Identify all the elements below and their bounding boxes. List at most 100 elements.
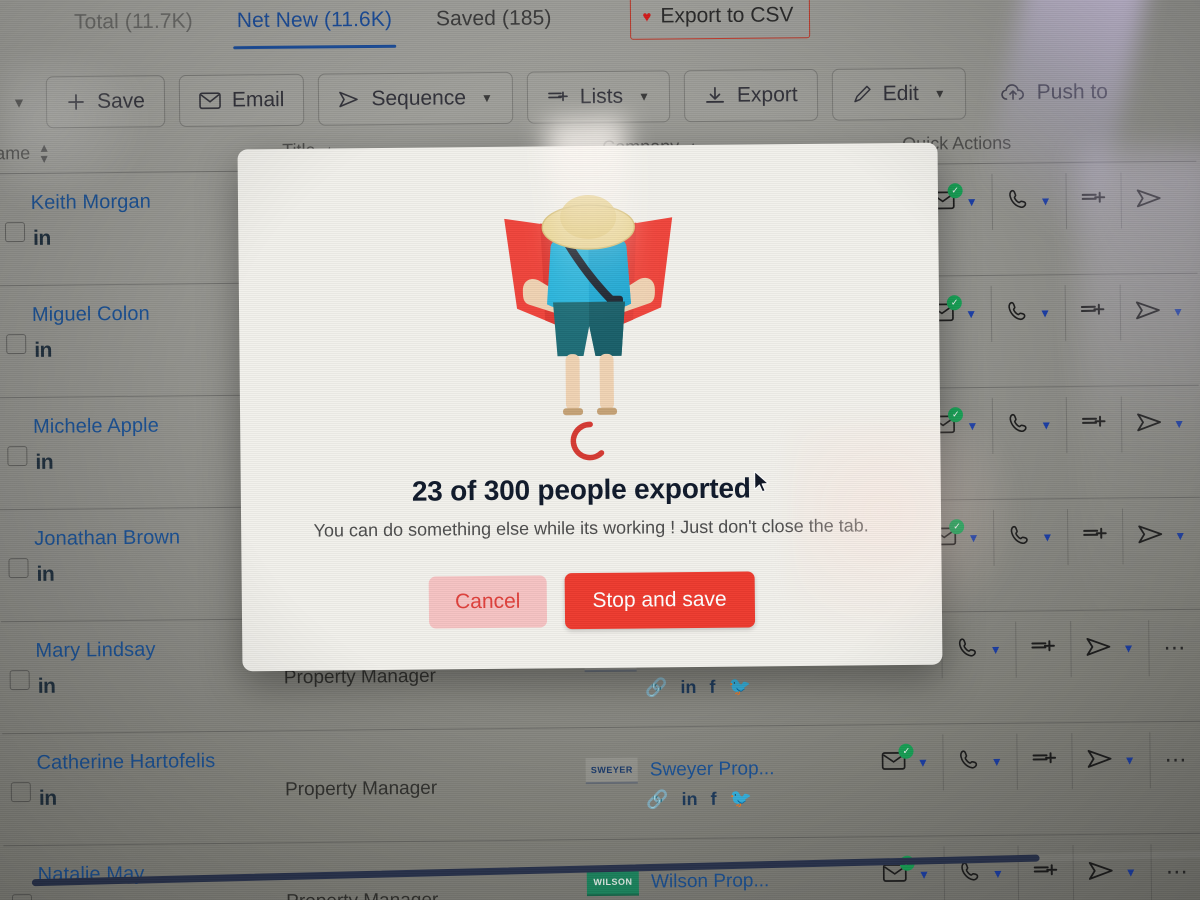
company-name-link[interactable]: Sweyer Prop...	[650, 758, 775, 781]
column-header-quick-actions: Quick Actions	[902, 131, 1196, 155]
chevron-down-icon[interactable]: ▼	[917, 756, 929, 770]
quick-action-sequence[interactable]: ▼	[1122, 396, 1199, 453]
cell-quick-actions: ✓ ▼ ▼	[868, 834, 1200, 900]
linkedin-icon[interactable]: in	[680, 677, 696, 698]
list-add-icon	[1080, 188, 1106, 213]
cell-quick-actions: ✓ ▼ ▼	[915, 274, 1198, 343]
linkedin-icon[interactable]: in	[2, 672, 284, 699]
quick-action-add-to-list[interactable]	[1065, 284, 1122, 342]
sequence-button[interactable]: Sequence ▼	[318, 71, 514, 126]
chevron-down-icon[interactable]: ▼	[992, 867, 1004, 881]
chevron-down-icon[interactable]: ▼	[1124, 753, 1136, 767]
chevron-down-icon[interactable]: ▼	[1174, 529, 1186, 543]
quick-action-add-to-list[interactable]	[1016, 621, 1072, 678]
quick-action-more[interactable]: ⋯	[1149, 620, 1200, 677]
link-icon[interactable]: 🔗	[646, 789, 669, 810]
tab-net-new[interactable]: Net New (11.6K)	[215, 8, 414, 50]
chevron-down-icon[interactable]: ▼	[1039, 306, 1051, 320]
quick-action-sequence[interactable]: ▼	[1123, 508, 1200, 565]
chevron-down-icon: ▼	[637, 89, 651, 104]
cell-quick-actions: ✓ ▼ ▼	[916, 162, 1197, 231]
twitter-icon[interactable]: 🐦	[728, 676, 751, 697]
chevron-down-icon[interactable]: ▼	[968, 531, 980, 545]
facebook-icon[interactable]: f	[710, 789, 716, 810]
chevron-down-icon[interactable]: ▼	[6, 94, 32, 111]
tab-total[interactable]: Total (11.7K)	[52, 9, 215, 34]
chevron-down-icon[interactable]: ▼	[990, 643, 1002, 657]
row-checkbox[interactable]	[8, 557, 29, 579]
chevron-down-icon[interactable]: ▼	[1040, 194, 1052, 208]
verified-check-icon: ✓	[947, 182, 963, 198]
row-checkbox[interactable]	[4, 222, 26, 243]
chevron-down-icon[interactable]: ▼	[966, 419, 978, 433]
company-logo: WILSON	[586, 869, 640, 897]
person-name-link[interactable]: Catherine Hartofelis	[2, 749, 284, 775]
verified-check-icon: ✓	[898, 743, 914, 759]
save-button[interactable]: Save	[45, 75, 166, 129]
export-button[interactable]: Export	[683, 68, 818, 123]
download-icon	[704, 86, 726, 106]
linkedin-icon[interactable]: in	[681, 789, 697, 810]
quick-action-phone[interactable]: ▼	[944, 845, 1020, 900]
quick-action-add-to-list[interactable]	[1066, 172, 1122, 230]
chevron-down-icon[interactable]: ▼	[1041, 530, 1053, 544]
quick-action-add-to-list[interactable]	[1068, 508, 1124, 566]
tab-saved[interactable]: Saved (185)	[414, 6, 574, 31]
tab-saved-label: Saved (185)	[435, 6, 552, 31]
sort-toggle-icon[interactable]: ▲ ▼	[38, 141, 50, 165]
phone-icon	[1006, 187, 1030, 216]
stop-and-save-button[interactable]: Stop and save	[564, 571, 755, 630]
linkedin-icon[interactable]: in	[4, 896, 286, 900]
table-row[interactable]: Catherine Hartofelis in Property Manager…	[2, 721, 1200, 847]
edit-button[interactable]: Edit ▼	[831, 67, 966, 121]
email-button[interactable]: Email	[178, 73, 305, 128]
quick-action-phone[interactable]: ▼	[942, 621, 1017, 679]
link-icon[interactable]: 🔗	[645, 677, 668, 698]
list-add-icon	[547, 88, 569, 106]
chevron-down-icon[interactable]: ▼	[1040, 418, 1052, 432]
chevron-down-icon[interactable]: ▼	[918, 868, 930, 882]
active-tab-underline	[233, 44, 397, 50]
quick-action-phone[interactable]: ▼	[994, 509, 1069, 566]
quick-action-phone[interactable]: ▼	[993, 397, 1068, 454]
quick-action-sequence[interactable]	[1121, 172, 1178, 229]
quick-action-sequence[interactable]: ▼	[1072, 732, 1151, 790]
chevron-down-icon[interactable]: ▼	[1173, 417, 1185, 431]
send-icon	[1087, 747, 1115, 774]
quick-action-sequence[interactable]: ▼	[1071, 620, 1150, 678]
chevron-down-icon[interactable]: ▼	[965, 307, 977, 321]
quick-action-email[interactable]: ✓ ▼	[868, 846, 946, 900]
row-checkbox[interactable]	[6, 334, 27, 355]
quick-action-add-to-list[interactable]	[1017, 733, 1074, 790]
company-name-link[interactable]: Wilson Prop...	[651, 870, 769, 893]
more-options-icon: ⋯	[1163, 635, 1188, 661]
quick-action-add-to-list[interactable]	[1066, 396, 1123, 454]
lists-button[interactable]: Lists ▼	[526, 70, 671, 124]
company-social-links: 🔗 in f 🐦	[645, 676, 751, 698]
row-checkbox[interactable]	[11, 893, 33, 900]
quick-action-sequence[interactable]: ▼	[1121, 284, 1198, 341]
row-checkbox[interactable]	[7, 445, 28, 467]
lists-button-label: Lists	[579, 84, 624, 109]
row-checkbox[interactable]	[10, 781, 31, 803]
chevron-down-icon[interactable]: ▼	[966, 195, 978, 209]
linkedin-icon[interactable]: in	[3, 784, 285, 811]
cancel-button[interactable]: Cancel	[428, 575, 547, 629]
row-checkbox[interactable]	[9, 669, 30, 691]
chevron-down-icon[interactable]: ▼	[1122, 641, 1134, 655]
send-icon	[338, 89, 360, 109]
chevron-down-icon[interactable]: ▼	[1172, 305, 1184, 319]
quick-action-phone[interactable]: ▼	[992, 173, 1067, 230]
quick-action-more[interactable]: ⋯	[1150, 732, 1200, 789]
export-to-csv-button[interactable]: ♥ Export to CSV	[629, 0, 811, 40]
quick-action-phone[interactable]: ▼	[991, 285, 1067, 342]
column-header-name-label: Name	[0, 142, 31, 164]
twitter-icon[interactable]: 🐦	[729, 788, 752, 809]
traveler-with-map-illustration	[478, 179, 700, 431]
quick-action-email[interactable]: ✓ ▼	[867, 734, 945, 792]
facebook-icon[interactable]: f	[709, 677, 715, 698]
chevron-down-icon[interactable]: ▼	[1125, 865, 1137, 879]
push-to-button[interactable]: Push to	[979, 66, 1128, 119]
quick-action-phone[interactable]: ▼	[943, 733, 1019, 791]
chevron-down-icon[interactable]: ▼	[991, 755, 1003, 769]
